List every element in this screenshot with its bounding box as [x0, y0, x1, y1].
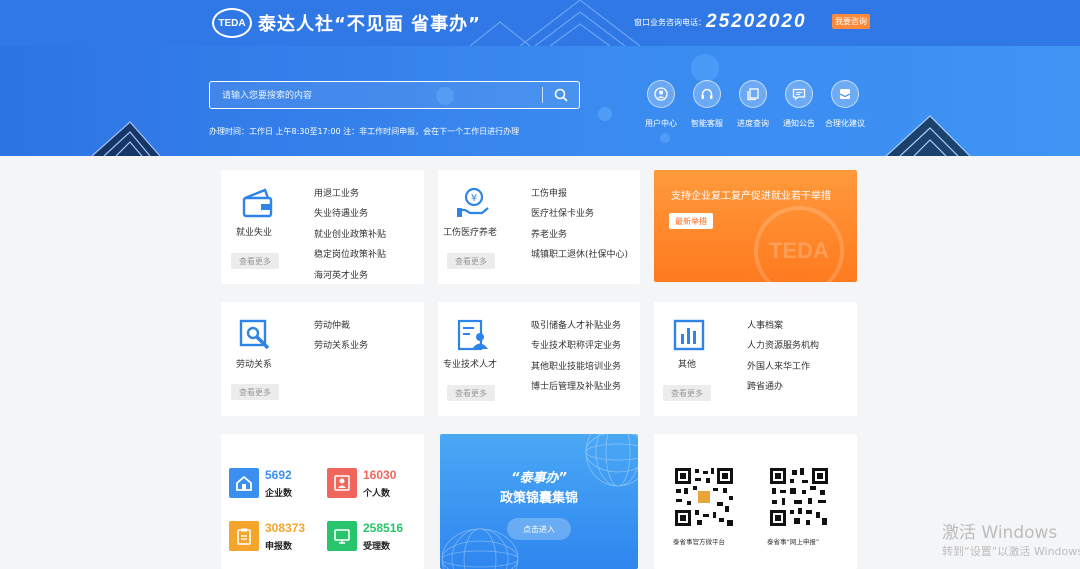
clipboard-icon: [229, 521, 259, 551]
mail-icon: [831, 80, 859, 108]
hotline-label: 窗口业务咨询电话：: [634, 18, 706, 27]
service-card-labor-relations[interactable]: 劳动关系 查看更多 劳动仲裁 劳动关系业务: [221, 302, 424, 416]
service-link[interactable]: 劳动关系业务: [314, 336, 368, 356]
promo-card[interactable]: TEDA 支持企业复工复产促进就业若干举措 最新举措: [654, 170, 857, 296]
service-list: 吸引储备人才补贴业务 专业技术职称评定业务 其他职业技能培训业务 博士后管理及补…: [531, 316, 621, 398]
headset-icon: [693, 80, 721, 108]
monitor-icon: [327, 521, 357, 551]
service-link[interactable]: 医疗社保卡业务: [531, 204, 628, 224]
service-title: 劳动关系: [236, 360, 273, 370]
service-link[interactable]: 人力资源服务机构: [747, 336, 819, 356]
svg-text:¥: ¥: [471, 193, 477, 204]
service-link[interactable]: 专业技术职称评定业务: [531, 336, 621, 356]
search-input[interactable]: [210, 82, 540, 108]
service-card-other[interactable]: 其他 查看更多 人事档案 人力资源服务机构 外国人来华工作 跨省通办: [654, 302, 857, 416]
certificate-icon: [457, 319, 488, 351]
promo-tag-button[interactable]: 最新举措: [669, 213, 713, 229]
stat-label: 受理数: [363, 542, 391, 552]
service-card-professional-talent[interactable]: 专业技术人才 查看更多 吸引储备人才补贴业务 专业技术职称评定业务 其他职业技能…: [438, 302, 640, 416]
wrench-icon: [239, 319, 270, 350]
view-more-button[interactable]: 查看更多: [231, 253, 279, 269]
service-list: 工伤申报 医疗社保卡业务 养老业务 城镇职工退休(社保中心): [531, 184, 628, 266]
qr-code-card: 泰省事官方微平台 泰省事“网上申报”: [654, 434, 857, 569]
service-link[interactable]: 工伤申报: [531, 184, 628, 204]
hero-banner: 办理时间：工作日 上午8:30至17:00 注：非工作时间申报，会在下一个工作日…: [0, 46, 1080, 156]
stat-value: 16030: [363, 468, 397, 482]
view-more-button[interactable]: 查看更多: [231, 384, 279, 400]
service-link[interactable]: 吸引储备人才补贴业务: [531, 316, 621, 336]
house-icon: [229, 468, 259, 498]
site-slogan: 泰达人社“不见面 省事办”: [258, 14, 481, 35]
hand-coin-icon: ¥: [457, 187, 489, 217]
service-link[interactable]: 海河英才业务: [314, 266, 386, 286]
service-link[interactable]: 养老业务: [531, 225, 628, 245]
service-link[interactable]: 失业待遇业务: [314, 204, 386, 224]
stat-value: 258516: [363, 521, 404, 535]
policy-banner[interactable]: “泰事办” 政策锦囊集锦 点击进入: [440, 434, 638, 569]
service-title: 工伤医疗养老: [443, 228, 498, 238]
stat-enterprises: 5692 企业数: [229, 468, 319, 502]
hotline-number: 25202020: [706, 11, 807, 32]
search-divider: [542, 87, 543, 103]
service-title: 专业技术人才: [443, 360, 498, 370]
message-icon: [785, 80, 813, 108]
service-link[interactable]: 跨省通办: [747, 377, 819, 397]
top-bar: TEDA 泰达人社“不见面 省事办” 窗口业务咨询电话： 25202020 我要…: [0, 0, 1080, 46]
office-hours: 办理时间：工作日 上午8:30至17:00 注：非工作时间申报，会在下一个工作日…: [209, 127, 520, 136]
qr-code-official-icon[interactable]: [673, 466, 735, 528]
stat-value: 5692: [265, 468, 292, 482]
logo[interactable]: TEDA 泰达人社“不见面 省事办”: [212, 8, 481, 38]
service-link[interactable]: 城镇职工退休(社保中心): [531, 245, 628, 265]
wallet-icon: [242, 188, 273, 218]
stat-label: 企业数: [265, 489, 293, 499]
search-icon: [554, 88, 568, 102]
search-bar: [209, 81, 580, 109]
search-button[interactable]: [550, 85, 572, 105]
view-more-button[interactable]: 查看更多: [447, 385, 495, 401]
chart-icon: [673, 319, 705, 351]
qr-code-online-apply-icon[interactable]: [768, 466, 830, 528]
service-list: 劳动仲裁 劳动关系业务: [314, 316, 368, 357]
service-link[interactable]: 博士后管理及补贴业务: [531, 377, 621, 397]
stat-individuals: 16030 个人数: [327, 468, 417, 502]
view-more-button[interactable]: 查看更多: [663, 385, 711, 401]
qr-caption: 泰省事“网上申报”: [767, 538, 820, 546]
windows-activation-title: 激活 Windows: [942, 523, 1058, 543]
stat-label: 申报数: [265, 542, 293, 552]
service-link[interactable]: 就业创业政策补贴: [314, 225, 386, 245]
service-link[interactable]: 劳动仲裁: [314, 316, 368, 336]
windows-activation-hint: 转到“设置”以激活 Windows。: [942, 545, 1080, 558]
service-link[interactable]: 用退工业务: [314, 184, 386, 204]
statistics-card: 5692 企业数 16030 个人数 308373 申报数 258516 受理数: [221, 434, 424, 569]
policy-subtitle: 政策锦囊集锦: [499, 491, 578, 506]
consult-button[interactable]: 我要咨询: [832, 14, 870, 29]
teda-logo-icon: TEDA: [212, 8, 252, 38]
stat-accepted: 258516 受理数: [327, 521, 417, 555]
service-link[interactable]: 外国人来华工作: [747, 357, 819, 377]
qr-caption: 泰省事官方微平台: [673, 538, 725, 546]
enter-button[interactable]: 点击进入: [507, 518, 571, 540]
promo-title: 支持企业复工复产促进就业若干举措: [671, 191, 831, 202]
person-icon: [327, 468, 357, 498]
service-link[interactable]: 其他职业技能培训业务: [531, 357, 621, 377]
user-icon: [647, 80, 675, 108]
service-title: 其他: [678, 360, 697, 370]
service-link[interactable]: 人事档案: [747, 316, 819, 336]
service-card-injury-medical-pension[interactable]: ¥ 工伤医疗养老 查看更多 工伤申报 医疗社保卡业务 养老业务 城镇职工退休(社…: [438, 170, 640, 284]
view-more-button[interactable]: 查看更多: [447, 253, 495, 269]
policy-title: “泰事办”: [511, 471, 567, 486]
teda-watermark-logo: TEDA: [754, 206, 844, 296]
stat-applications: 308373 申报数: [229, 521, 319, 555]
quick-link-label: 合理化建议: [825, 119, 865, 128]
copy-icon: [739, 80, 767, 108]
service-link[interactable]: 稳定岗位政策补贴: [314, 245, 386, 265]
service-title: 就业失业: [236, 228, 273, 238]
stat-label: 个人数: [363, 489, 391, 499]
service-card-employment[interactable]: 就业失业 查看更多 用退工业务 失业待遇业务 就业创业政策补贴 稳定岗位政策补贴…: [221, 170, 424, 284]
service-list: 用退工业务 失业待遇业务 就业创业政策补贴 稳定岗位政策补贴 海河英才业务: [314, 184, 386, 286]
stat-value: 308373: [265, 521, 306, 535]
service-list: 人事档案 人力资源服务机构 外国人来华工作 跨省通办: [747, 316, 819, 398]
header-decoration: [469, 0, 641, 46]
quick-link-suggestions[interactable]: 合理化建议: [817, 80, 873, 129]
